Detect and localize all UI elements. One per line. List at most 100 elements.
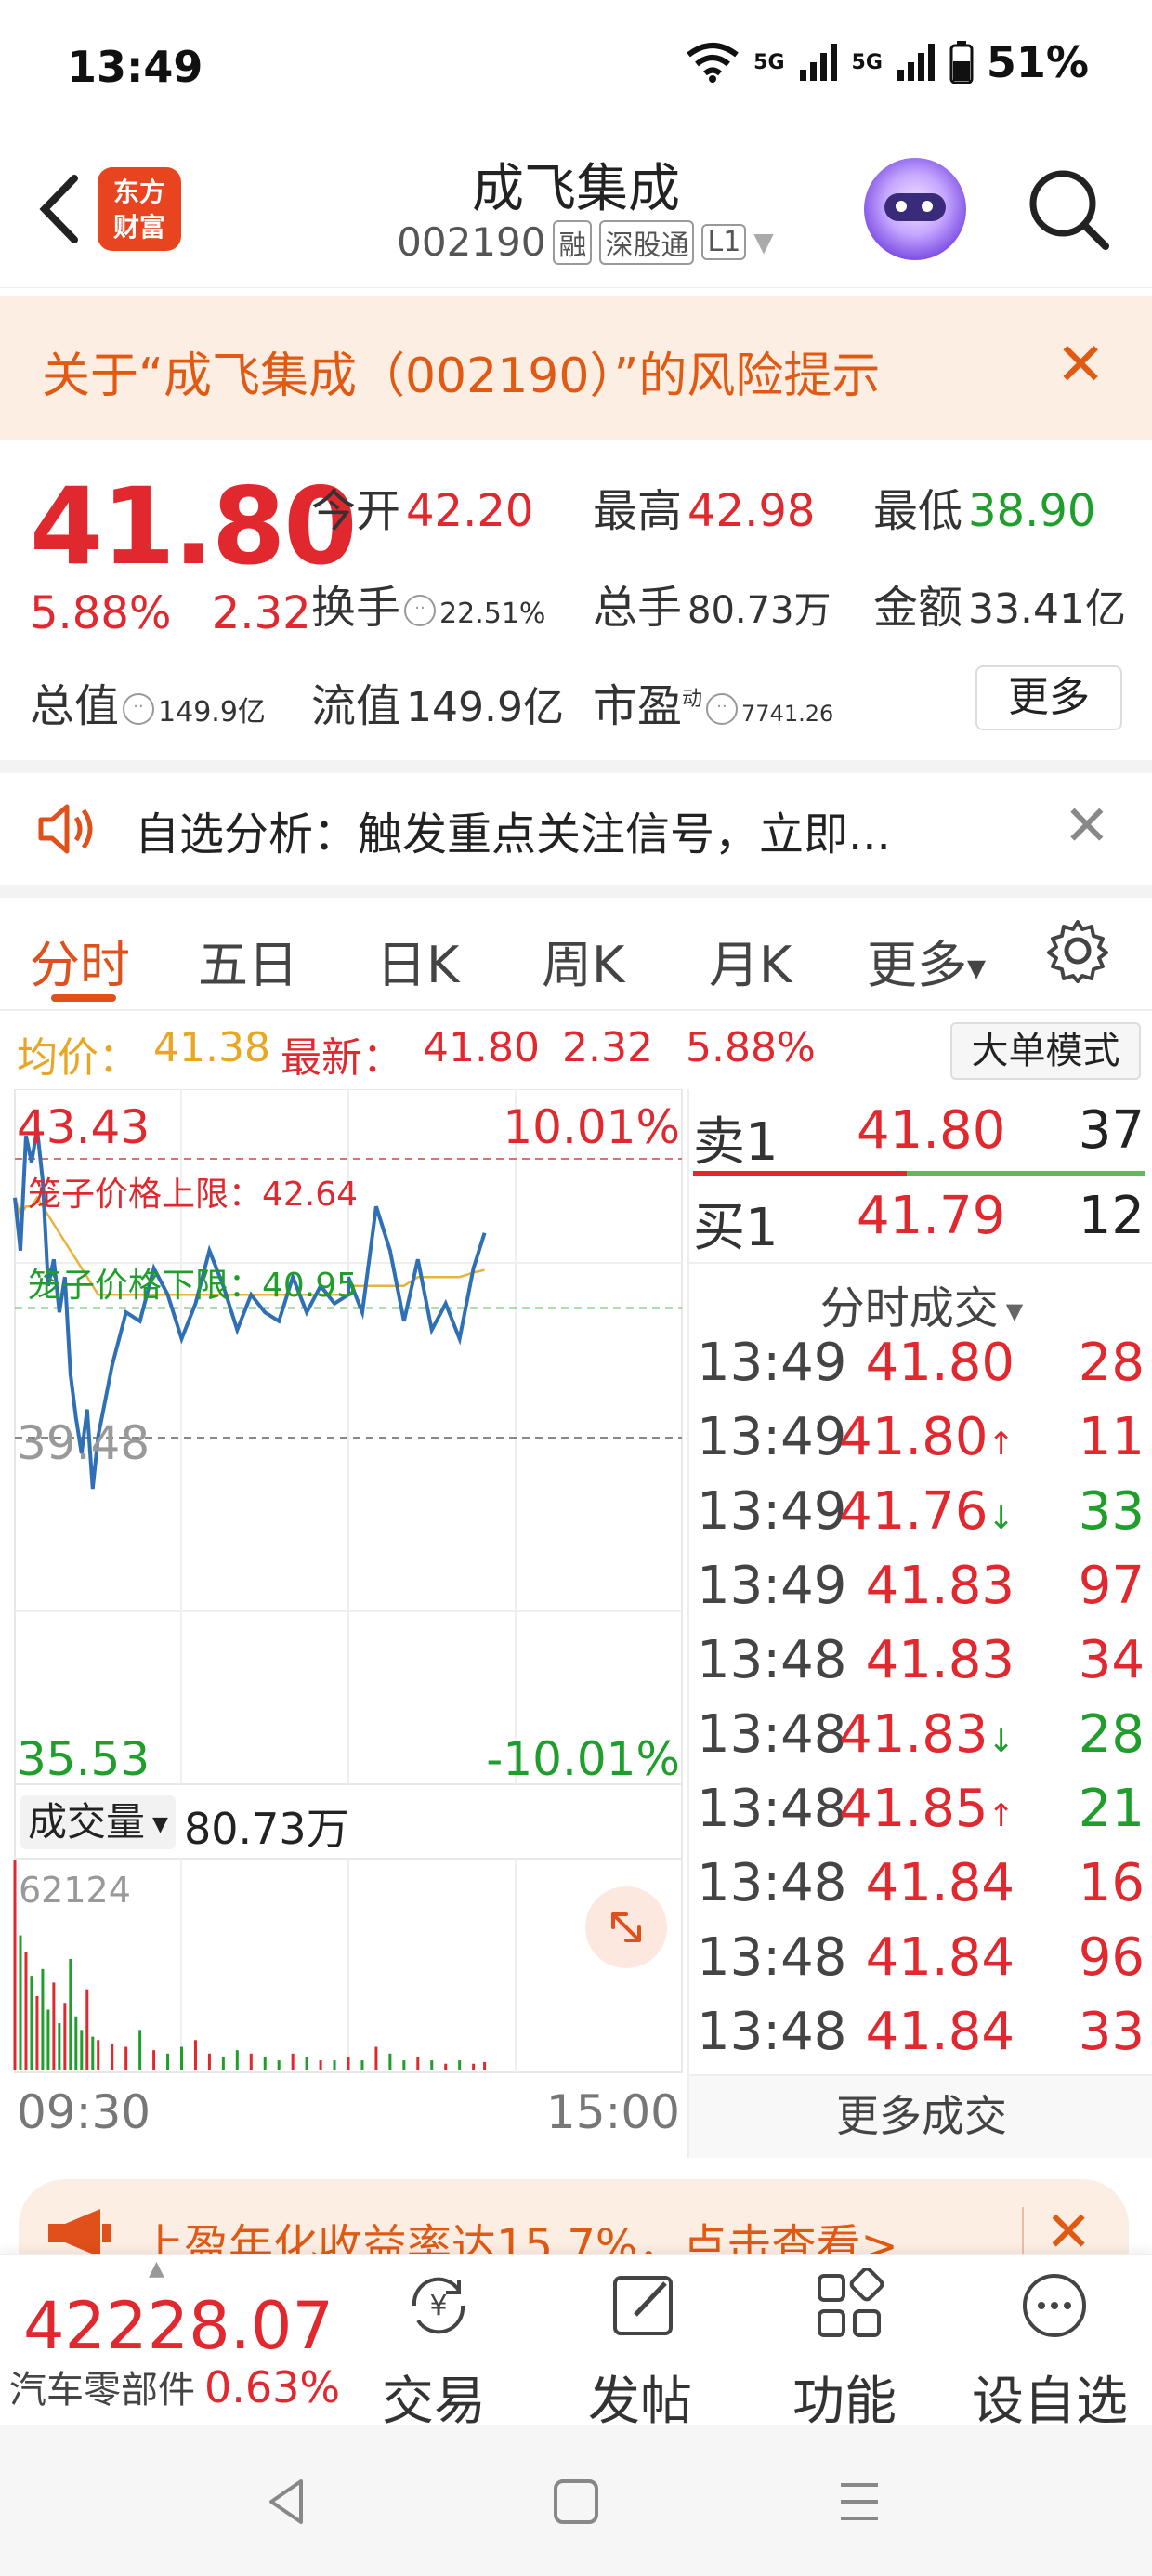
y-axis-top-pct: 10.01% — [503, 1100, 680, 1154]
intraday-chart[interactable]: 43.43 10.01% 笼子价格上限：42.64 笼子价格下限：40.95 3… — [0, 1088, 687, 2158]
eye-icon[interactable]: ·· — [404, 595, 437, 626]
trades-title[interactable]: 分时成交 ▼ — [689, 1271, 1152, 1336]
volume-bar — [483, 2061, 487, 2070]
intraday-chart-svg — [13, 1088, 683, 2073]
stat-low-value: 38.90 — [968, 485, 1096, 537]
volume-max: 62124 — [19, 1870, 131, 1911]
trade-row: 13:48 41.83 34 — [689, 1630, 1152, 1704]
volume-bar — [13, 1860, 17, 2070]
change-abs: 2.32 — [211, 587, 311, 639]
trade-row: 13:49 41.80↑ 11 — [689, 1407, 1152, 1481]
volume-bar — [388, 2053, 392, 2070]
add-watchlist-button[interactable]: 设自选 — [972, 2255, 1147, 2432]
nav-back-icon[interactable] — [260, 2474, 316, 2530]
bid-1-volume: 12 — [1078, 1186, 1145, 1246]
alert-row[interactable]: 自选分析：触发重点关注信号，立即... ✕ — [0, 773, 1152, 885]
functions-button[interactable]: 功能 — [775, 2255, 914, 2432]
battery-level: 51% — [986, 37, 1089, 87]
trade-row: 13:48 41.83↓ 28 — [689, 1704, 1152, 1779]
volume-bar — [180, 2046, 183, 2070]
index-name: 汽车零部件 — [9, 2369, 195, 2412]
yen-refresh-icon: ¥ — [412, 2277, 465, 2334]
volume-bar — [235, 2050, 239, 2070]
quote-more-button[interactable]: 更多 — [975, 665, 1122, 730]
stock-code: 002190 — [397, 219, 546, 265]
volume-bar — [319, 2060, 322, 2070]
nav-home-icon[interactable] — [548, 2474, 604, 2530]
y-axis-mid: 39.48 — [17, 1416, 151, 1470]
stat-volume-label: 总手 — [593, 582, 683, 634]
volume-bar — [35, 1995, 39, 2070]
alert-text[interactable]: 自选分析：触发重点关注信号，立即... — [135, 797, 891, 862]
stat-high-label: 最高 — [593, 485, 683, 537]
trade-direction-icon: ↓ — [988, 1500, 1015, 1537]
volume-bar — [263, 2057, 267, 2070]
stat-mktcap: 总值 ·· 149.9亿 — [30, 669, 266, 734]
trade-panel: 卖1 41.80 37 买1 41.79 12 分时成交 ▼ 13:49 41.80… — [687, 1089, 1152, 2158]
tab-daily-k[interactable]: 日K — [376, 924, 459, 997]
change-pct: 5.88% — [30, 587, 172, 639]
trade-direction-icon: ↓ — [988, 1723, 1015, 1760]
trade-row: 13:48 41.85↑ 21 — [689, 1779, 1152, 1853]
risk-close-icon[interactable]: ✕ — [1055, 331, 1106, 400]
functions-label: 功能 — [792, 2372, 897, 2432]
order-book-bid-1: 买1 41.79 12 — [689, 1175, 1152, 1258]
stat-pe: 市盈动 ·· 7741.26 — [593, 669, 833, 734]
index-name-row[interactable]: 汽车零部件 0.63% — [9, 2359, 340, 2413]
trade-row: 13:49 41.83 97 — [689, 1556, 1152, 1630]
nav-menu-icon[interactable] — [831, 2474, 887, 2530]
settings-gear-icon[interactable] — [1045, 918, 1110, 983]
trade-time: 13:49 — [697, 1481, 847, 1542]
stat-float: 流值 149.9亿 — [311, 669, 564, 734]
stat-turnover-value: 22.51% — [439, 598, 546, 630]
tab-intraday[interactable]: 分时 — [30, 924, 130, 997]
volume-bar — [416, 2057, 420, 2070]
tab-more[interactable]: 更多▼ — [867, 924, 986, 997]
trade-volume: 16 — [1078, 1853, 1145, 1913]
speaker-icon — [38, 804, 93, 854]
trade-price: 41.80↑ — [839, 1407, 1015, 1467]
stat-amount: 金额 33.41亿 — [873, 571, 1126, 636]
tab-five-day[interactable]: 五日 — [198, 924, 298, 997]
megaphone-icon — [48, 2209, 111, 2257]
tab-weekly-k[interactable]: 周K — [542, 924, 624, 997]
volume-indicator-select[interactable]: 成交量 ▼ — [20, 1795, 176, 1849]
volume-bar — [472, 2063, 476, 2070]
stat-pe-value: 7741.26 — [741, 701, 834, 727]
status-bar: 13:49 5G 5G 51% — [0, 0, 1152, 139]
tab-more-label: 更多 — [867, 936, 967, 994]
trade-price-value: 41.80 — [839, 1407, 988, 1467]
stock-code-row[interactable]: 002190 融 深股通 L1 ▼ — [0, 219, 1152, 265]
eye-icon-2[interactable]: ·· — [123, 693, 155, 725]
stat-mktcap-label: 总值 — [30, 680, 120, 732]
avg-value: 41.38 — [153, 1024, 270, 1071]
index-value[interactable]: 42228.07 — [23, 2288, 334, 2364]
trade-time: 13:48 — [697, 1779, 847, 1839]
tab-monthly-k[interactable]: 月K — [709, 924, 792, 997]
post-button[interactable]: 发帖 — [570, 2255, 710, 2432]
risk-banner-text[interactable]: 关于“成飞集成（002190）”的风险提示 — [42, 336, 880, 406]
trade-label: 交易 — [382, 2372, 486, 2432]
more-trades-button[interactable]: 更多成交 — [689, 2074, 1152, 2158]
index-change: 0.63% — [204, 2362, 341, 2412]
volume-bar — [374, 2046, 378, 2070]
assistant-avatar[interactable] — [864, 158, 966, 260]
trade-button[interactable]: ¥ 交易 — [364, 2255, 504, 2432]
volume-indicator-label: 成交量 — [28, 1799, 146, 1845]
eye-icon-3[interactable]: ·· — [706, 693, 739, 725]
trade-price-value: 41.80 — [865, 1333, 1015, 1393]
more-dots-icon — [1023, 2274, 1086, 2337]
search-icon[interactable] — [1022, 163, 1115, 256]
alert-close-icon[interactable]: ✕ — [1064, 794, 1110, 859]
trade-price: 41.84 — [866, 1853, 1015, 1913]
trade-volume: 96 — [1078, 1927, 1145, 1988]
trade-price-value: 41.84 — [865, 2002, 1015, 2062]
svg-text:¥: ¥ — [429, 2290, 447, 2322]
expand-icon[interactable] — [585, 1886, 667, 1968]
volume-bar — [46, 2009, 50, 2070]
trade-row: 13:49 41.76↓ 33 — [689, 1481, 1152, 1556]
volume-bar — [69, 1958, 72, 2070]
risk-banner[interactable]: 关于“成飞集成（002190）”的风险提示 ✕ — [0, 296, 1152, 440]
volume-bar — [30, 1976, 33, 2070]
big-order-mode-button[interactable]: 大单模式 — [950, 1022, 1141, 1080]
